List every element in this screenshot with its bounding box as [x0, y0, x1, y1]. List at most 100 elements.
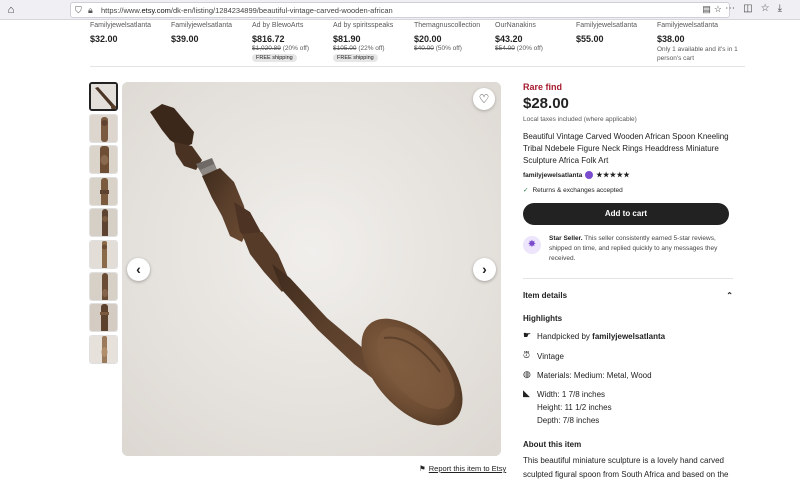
handpicked-shop-link[interactable]: familyjewelsatlanta	[592, 332, 665, 341]
materials-icon: ◍	[523, 369, 531, 379]
url-actions: ▤☆	[702, 4, 725, 15]
chevron-right-icon: ›	[482, 261, 487, 277]
report-item-link[interactable]: ⚑ Report this item to Etsy	[419, 464, 506, 473]
strip-item[interactable]: OurNanakins $43.20 $54.00 (20% off)	[495, 22, 575, 52]
depth-value: Depth: 7/8 inches	[537, 416, 600, 425]
strip-price: $81.90	[333, 34, 361, 44]
listing-price: $28.00	[523, 95, 569, 112]
favorite-heart-button[interactable]: ♡	[473, 88, 495, 110]
strip-item[interactable]: Familyjewelsatlanta $32.00	[90, 22, 170, 44]
strip-original-price: $54.00 (20% off)	[495, 45, 543, 52]
chevron-left-icon: ‹	[136, 261, 141, 277]
next-image-button[interactable]: ›	[473, 258, 496, 281]
returns-info: ✓ Returns & exchanges accepted	[523, 186, 733, 194]
rating-stars[interactable]: ★★★★★	[596, 171, 630, 179]
thumbnail[interactable]	[89, 82, 118, 111]
thumbnail[interactable]	[89, 208, 118, 238]
highlight-vintage: ⏰︎ Vintage	[523, 350, 564, 361]
strip-shop: OurNanakins	[495, 22, 536, 29]
free-shipping-badge: FREE shipping	[333, 54, 378, 62]
more-icon[interactable]: ⋯	[725, 3, 743, 14]
highlight-dimensions: ◣ Width: 1 7/8 inches Height: 11 1/2 inc…	[523, 388, 733, 427]
previous-image-button[interactable]: ‹	[127, 258, 150, 281]
pocket-icon[interactable]: ◫	[743, 3, 760, 14]
strip-price: $38.00	[657, 34, 685, 44]
about-text: This beautiful miniature sculpture is a …	[523, 456, 729, 479]
width-value: Width: 1 7/8 inches	[537, 390, 606, 399]
reader-view-icon[interactable]: ▤	[702, 4, 714, 14]
seller-row: familyjewelsatlanta ★★★★★	[523, 171, 733, 179]
strip-shop: Ad by BlewoArts	[252, 22, 304, 29]
chevron-up-icon: ⌃	[726, 291, 733, 300]
star-seller-badge-icon	[585, 171, 594, 179]
strip-shop: Familyjewelsatlanta	[90, 22, 152, 29]
free-shipping-badge: FREE shipping	[252, 54, 297, 62]
strip-item[interactable]: Familyjewelsatlanta $55.00	[576, 22, 656, 44]
extensions-icon[interactable]: ☆	[761, 3, 778, 14]
item-details-heading: Item details	[523, 291, 568, 300]
strip-shop: Familyjewelsatlanta	[657, 22, 719, 29]
strip-item[interactable]: Familyjewelsatlanta $39.00	[171, 22, 251, 44]
strip-original-price: $1,020.89 (20% off)	[252, 45, 309, 52]
strip-item[interactable]: Ad by spiritsspeaks $81.90 $105.00 (22% …	[333, 22, 413, 62]
main-product-image: ♡ ‹ ›	[122, 82, 501, 456]
check-icon: ✓	[523, 187, 529, 194]
address-bar[interactable]: ⛉ 🔒︎ https://www.etsy.com/dk-en/listing/…	[70, 2, 730, 18]
bookmark-star-icon[interactable]: ☆	[714, 4, 725, 14]
report-label: Report this item to Etsy	[428, 464, 507, 473]
lock-icon[interactable]: 🔒︎	[88, 5, 93, 16]
strip-item[interactable]: Themagnuscollection $20.00 $40.00 (50% o…	[414, 22, 494, 52]
thumbnail[interactable]	[89, 271, 118, 301]
thumbnail-list	[89, 82, 120, 366]
strip-shop: Themagnuscollection	[414, 22, 481, 29]
height-value: Height: 11 1/2 inches	[537, 403, 612, 412]
strip-original-price: $105.00 (22% off)	[333, 45, 385, 52]
strip-item[interactable]: Familyjewelsatlanta $38.00 Only 1 availa…	[657, 22, 743, 63]
strip-price: $20.00	[414, 34, 442, 44]
url-text[interactable]: https://www.etsy.com/dk-en/listing/12842…	[101, 6, 393, 15]
toolbar-right: ⋯◫☆⤓	[725, 3, 790, 14]
thumbnail[interactable]	[89, 334, 118, 364]
shield-icon[interactable]: ⛉	[75, 5, 82, 16]
download-icon[interactable]: ⤓	[778, 3, 790, 14]
hand-icon: ☛	[523, 330, 532, 340]
strip-price: $816.72	[252, 34, 285, 44]
availability-note: Only 1 available and it's in 1 person's …	[657, 46, 738, 62]
star-seller-text: Star Seller. This seller consistently ea…	[549, 235, 718, 262]
heart-icon: ♡	[478, 92, 490, 106]
returns-label: Returns & exchanges accepted	[532, 187, 623, 194]
strip-price: $32.00	[90, 34, 118, 44]
recommended-strip: Familyjewelsatlanta $32.00 Familyjewelsa…	[90, 20, 745, 67]
add-to-cart-button[interactable]: Add to cart	[523, 203, 729, 225]
clock-icon: ⏰︎	[523, 350, 531, 360]
seller-name-link[interactable]: familyjewelsatlanta	[523, 172, 582, 179]
home-icon[interactable]: ⌂	[4, 3, 18, 17]
thumbnail[interactable]	[89, 239, 118, 269]
strip-item[interactable]: Ad by BlewoArts $816.72 $1,020.89 (20% o…	[252, 22, 332, 62]
star-seller-info: ✸ Star Seller. This seller consistently …	[523, 234, 733, 264]
thumbnail[interactable]	[89, 176, 118, 206]
highlights-heading: Highlights	[523, 314, 563, 323]
strip-price: $43.20	[495, 34, 523, 44]
ruler-icon: ◣	[523, 388, 530, 398]
strip-shop: Familyjewelsatlanta	[171, 22, 233, 29]
spoon-illustration	[122, 82, 501, 456]
highlight-handpicked: ☛ Handpicked by familyjewelsatlanta	[523, 330, 666, 341]
thumbnail[interactable]	[89, 145, 118, 175]
strip-shop: Ad by spiritsspeaks	[333, 22, 394, 29]
listing-info-panel: Rare find $28.00 Local taxes included (w…	[523, 82, 733, 481]
item-details-toggle[interactable]: Item details ⌃	[523, 291, 733, 300]
tax-note: Local taxes included (where applicable)	[523, 116, 637, 123]
strip-shop: Familyjewelsatlanta	[576, 22, 638, 29]
strip-original-price: $40.00 (50% off)	[414, 45, 462, 52]
thumbnail[interactable]	[89, 113, 118, 143]
flag-icon: ⚑	[419, 464, 426, 473]
strip-price: $55.00	[576, 34, 604, 44]
strip-price: $39.00	[171, 34, 199, 44]
thumbnail[interactable]	[89, 303, 118, 333]
star-seller-icon: ✸	[523, 236, 541, 254]
divider	[523, 278, 733, 279]
about-heading: About this item	[523, 440, 582, 449]
highlight-materials: ◍ Materials: Medium: Metal, Wood	[523, 369, 652, 380]
rare-find-label: Rare find	[523, 82, 563, 92]
